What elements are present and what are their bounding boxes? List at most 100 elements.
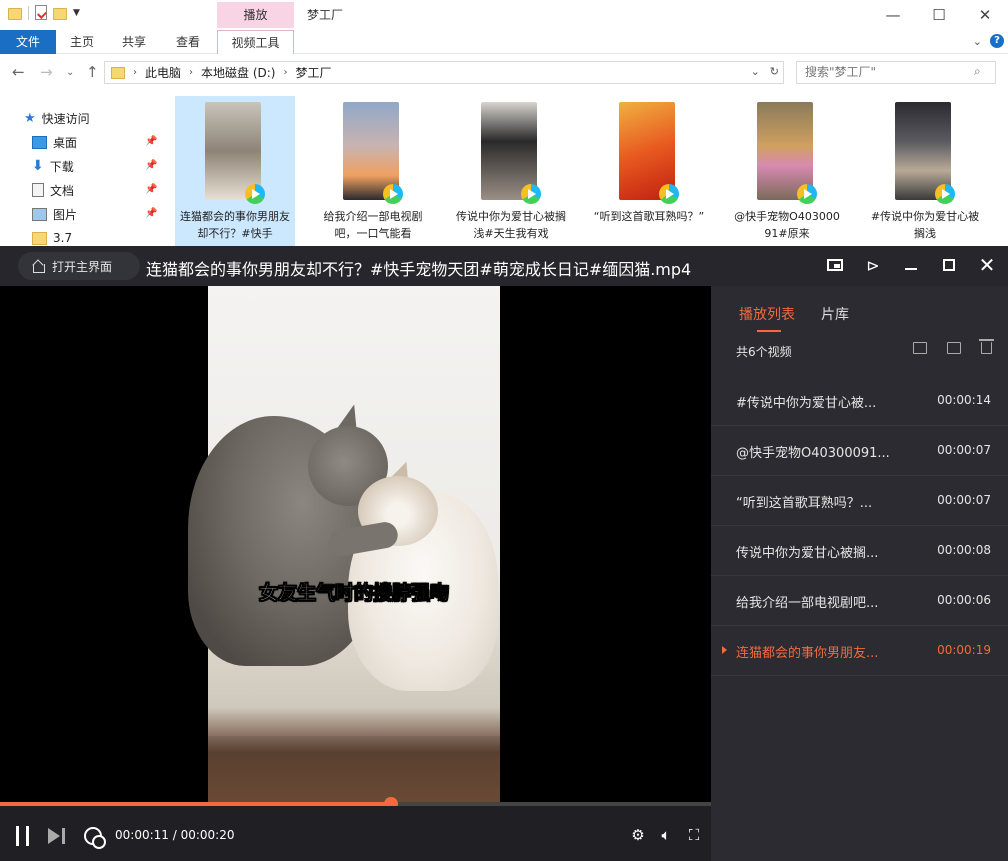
volume-icon[interactable]: 🔈︎	[657, 826, 675, 844]
list-item[interactable]: @快手宠物O40300091... 00:00:07	[711, 426, 1008, 476]
breadcrumb-current-folder[interactable]: 梦工厂	[295, 64, 331, 81]
tab-home[interactable]: 主页	[62, 30, 102, 54]
video-title: 连猫都会的事你男朋友却不行？#快手宠物天团#萌宠成长日记#缅因猫.mp4	[146, 260, 692, 279]
separator	[28, 5, 29, 20]
folder-icon[interactable]	[8, 8, 22, 20]
file-item[interactable]: #传说中你为爱甘心被搁浅	[865, 96, 985, 250]
trash-icon[interactable]	[979, 339, 994, 354]
maximize-icon[interactable]	[938, 254, 960, 276]
pin-icon[interactable]: 📌	[145, 136, 157, 147]
playlist-item-duration: 00:00:07	[937, 493, 991, 507]
pin-icon[interactable]: 📌	[145, 160, 157, 171]
video-subtitle: 女友生气时的搂脖强吻	[258, 582, 450, 605]
file-name: 传说中你为爱甘心被搁浅#天生我有戏	[456, 210, 566, 240]
sidebar-item-pictures[interactable]: 图片	[32, 203, 77, 225]
pin-icon[interactable]: 📌	[145, 184, 157, 195]
context-tab-play: 播放	[217, 2, 294, 28]
playlist-item-name: 传说中你为爱甘心被搁...	[736, 546, 879, 561]
list-item[interactable]: 传说中你为爱甘心被搁... 00:00:08	[711, 526, 1008, 576]
pause-button[interactable]	[15, 826, 31, 846]
home-button-label: 打开主界面	[52, 259, 113, 274]
address-bar[interactable]: › 此电脑 › 本地磁盘 (D:) › 梦工厂 ⌄ ↻	[104, 61, 784, 84]
sidebar-item-label: 桌面	[53, 135, 78, 150]
navigation-pane: ★ 快速访问 桌面 📌 ⬇ 下载 📌 文档 📌 图片 📌 3.7	[0, 105, 165, 250]
playback-right-controls: ⚙ 🔈︎ ⛶	[629, 826, 703, 844]
time-separator: /	[172, 828, 181, 842]
close-icon[interactable]: ✕	[976, 253, 998, 277]
file-name: #传说中你为爱甘心被搁浅	[870, 210, 980, 240]
up-arrow-icon[interactable]: ↑	[86, 63, 99, 81]
expand-ribbon-chevron-icon[interactable]: ⌄	[973, 35, 982, 48]
list-item-current[interactable]: 连猫都会的事你男朋友... 00:00:19	[711, 626, 1008, 676]
list-item[interactable]: 给我介绍一部电视剧吧... 00:00:06	[711, 576, 1008, 626]
loop-mode-icon[interactable]	[84, 827, 106, 849]
playlist-item-duration: 00:00:19	[937, 643, 991, 657]
minimize-icon[interactable]: —	[870, 0, 916, 30]
tab-file[interactable]: 文件	[0, 30, 56, 54]
sidebar-item-label: 下载	[49, 159, 74, 174]
breadcrumb-separator: ›	[189, 67, 194, 78]
playlist-item-duration: 00:00:06	[937, 593, 991, 607]
file-item[interactable]: @快手宠物O40300091#原来	[727, 96, 847, 250]
file-item[interactable]: 传说中你为爱甘心被搁浅#天生我有戏	[451, 96, 571, 250]
sidebar-item-documents[interactable]: 文档	[32, 179, 74, 201]
ribbon-tabs: 文件 主页 共享 查看 视频工具 ⌄ ?	[0, 30, 1008, 54]
refresh-icon[interactable]: ↻	[770, 65, 779, 78]
tab-video-tools[interactable]: 视频工具	[217, 30, 294, 54]
address-dropdown-chevron-icon[interactable]: ⌄	[751, 65, 760, 78]
recent-locations-chevron-icon[interactable]: ⌄	[66, 67, 74, 78]
tab-view[interactable]: 查看	[166, 30, 210, 54]
sidebar-item-desktop[interactable]: 桌面	[32, 131, 77, 153]
tab-playlist[interactable]: 播放列表	[739, 304, 795, 332]
breadcrumb-separator: ›	[133, 67, 137, 78]
playlist-panel: 播放列表 片库 共6个视频 #传说中你为爱甘心被... 00:00:14 @快手…	[711, 286, 1008, 861]
help-icon[interactable]: ?	[990, 34, 1004, 48]
forward-arrow-icon[interactable]: →	[40, 63, 53, 81]
file-name: “听到这首歌耳熟吗？”	[593, 210, 705, 223]
pin-on-top-icon[interactable]: ⊳	[862, 254, 884, 276]
tab-share[interactable]: 共享	[114, 30, 154, 54]
file-item[interactable]: 给我介绍一部电视剧吧，一口气能看	[313, 96, 433, 250]
time-display: 00:00:11 / 00:00:20	[115, 828, 235, 842]
pin-icon[interactable]: 📌	[145, 208, 157, 219]
player-app-icon	[245, 184, 265, 204]
sidebar-item-quick-access[interactable]: ★ 快速访问	[24, 107, 90, 129]
file-item[interactable]: 连猫都会的事你男朋友却不行？#快手	[175, 96, 295, 250]
video-frame: 女友生气时的搂脖强吻	[188, 286, 500, 804]
open-main-interface-button[interactable]: 打开主界面	[18, 252, 140, 280]
folder-icon	[32, 231, 47, 245]
player-window-controls: ⊳ ✕	[824, 253, 998, 277]
address-row: ← → ⌄ ↑ › 此电脑 › 本地磁盘 (D:) › 梦工厂 ⌄ ↻ 搜索"梦…	[0, 58, 1008, 88]
breadcrumb-local-disk[interactable]: 本地磁盘 (D:)	[201, 64, 275, 81]
video-viewport[interactable]: 女友生气时的搂脖强吻	[0, 286, 711, 804]
list-item[interactable]: “听到这首歌耳熟吗？... 00:00:07	[711, 476, 1008, 526]
file-item[interactable]: “听到这首歌耳熟吗？”	[589, 96, 709, 250]
back-arrow-icon[interactable]: ←	[12, 63, 25, 81]
fullscreen-icon[interactable]: ⛶	[685, 826, 703, 844]
address-actions: ⌄ ↻	[751, 65, 779, 78]
file-explorer-window: ▼ 播放 梦工厂 — ☐ ✕ 文件 主页 共享 查看 视频工具 ⌄ ? ← → …	[0, 0, 1008, 250]
close-icon[interactable]: ✕	[962, 0, 1008, 30]
player-app-icon	[935, 184, 955, 204]
mini-mode-icon[interactable]	[824, 254, 846, 276]
minimize-icon[interactable]	[900, 254, 922, 276]
home-icon	[32, 260, 45, 273]
new-folder-icon[interactable]	[53, 8, 67, 20]
next-button[interactable]	[48, 828, 66, 844]
properties-icon[interactable]	[35, 5, 47, 20]
open-folder-icon[interactable]	[913, 342, 927, 354]
sidebar-item-downloads[interactable]: ⬇ 下载	[32, 155, 74, 177]
maximize-icon[interactable]: ☐	[916, 0, 962, 30]
ribbon-right-controls: ⌄ ?	[973, 34, 1004, 48]
list-item[interactable]: #传说中你为爱甘心被... 00:00:14	[711, 376, 1008, 426]
current-time: 00:00:11	[115, 828, 169, 842]
search-icon: ⌕	[974, 64, 981, 78]
add-file-icon[interactable]	[947, 342, 961, 354]
player-app-icon	[659, 184, 679, 204]
breadcrumb-this-pc[interactable]: 此电脑	[145, 64, 181, 81]
customize-toolbar-chevron-icon[interactable]: ▼	[73, 8, 80, 18]
star-icon: ★	[24, 110, 36, 126]
settings-gear-icon[interactable]: ⚙	[629, 826, 647, 844]
tab-library[interactable]: 片库	[821, 304, 849, 330]
folder-icon	[111, 66, 125, 79]
